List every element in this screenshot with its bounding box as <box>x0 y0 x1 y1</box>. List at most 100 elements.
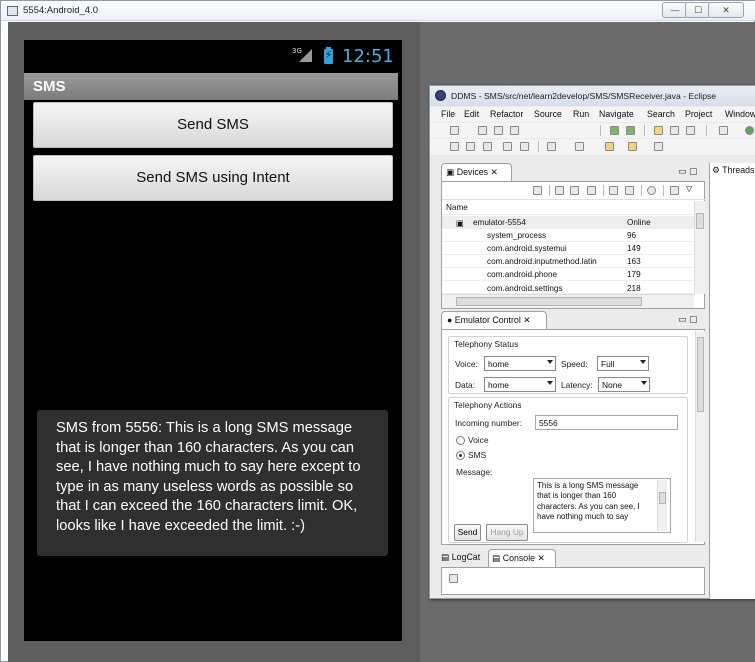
view-minmax-icon[interactable]: ▭ ▢ <box>678 314 698 325</box>
table-row[interactable]: ▣ emulator-5554 Online <box>442 216 694 229</box>
bottom-view-tabbar: ▤ LogCat ▤ Console ✕ <box>438 549 704 567</box>
latency-select[interactable]: None <box>598 377 650 392</box>
table-row[interactable]: system_process 96 <box>442 229 694 242</box>
tab-logcat-label: LogCat <box>451 552 481 562</box>
tab-devices-label: Devices <box>456 167 489 177</box>
send-button[interactable]: Send <box>454 524 481 541</box>
update-heap-icon[interactable] <box>555 186 564 195</box>
column-header-name: Name <box>446 203 468 212</box>
menu-file[interactable]: File <box>441 109 455 119</box>
back-icon[interactable] <box>628 142 637 151</box>
process-pid: 163 <box>627 257 641 266</box>
cause-gc-icon[interactable] <box>587 186 596 195</box>
close-button[interactable]: ✕ <box>708 2 744 18</box>
open-resource-icon[interactable] <box>686 126 695 135</box>
eclipse-title-bar[interactable]: DDMS - SMS/src/net/learn2develop/SMS/SMS… <box>430 86 755 106</box>
run-last-icon[interactable] <box>745 126 754 135</box>
hang-up-button[interactable]: Hang Up <box>486 524 528 541</box>
pin-icon[interactable] <box>450 142 459 151</box>
menu-window[interactable]: Window <box>725 109 755 119</box>
eclipse-title: DDMS - SMS/src/net/learn2develop/SMS/SMS… <box>451 91 717 101</box>
tab-threads[interactable]: ⚙ Threads <box>712 165 754 176</box>
sms-radio-label: SMS <box>468 450 487 460</box>
screen-capture-icon[interactable] <box>670 186 679 195</box>
devices-horizontal-scrollbar[interactable] <box>442 294 694 308</box>
title-bar[interactable]: 5554:Android_4.0 — ☐ ✕ <box>1 1 755 21</box>
forward-icon[interactable] <box>654 142 663 151</box>
tab-devices[interactable]: ▣ Devices ✕ <box>441 163 512 181</box>
prev-annotation-icon[interactable] <box>575 142 584 151</box>
menu-refactor[interactable]: Refactor <box>490 109 523 119</box>
tab-console[interactable]: ▤ Console ✕ <box>488 549 556 567</box>
menu-search[interactable]: Search <box>647 109 675 119</box>
update-threads-icon[interactable] <box>609 186 618 195</box>
send-sms-intent-button[interactable]: Send SMS using Intent <box>33 155 393 201</box>
data-select[interactable]: home <box>484 377 556 392</box>
incoming-number-input[interactable]: 5556 <box>535 415 678 430</box>
last-edit-icon[interactable] <box>605 142 614 151</box>
voice-radio-label: Voice <box>468 435 489 445</box>
debug-process-icon[interactable] <box>533 186 542 195</box>
mark-icon[interactable] <box>483 142 492 151</box>
emulator-control-scrollbar[interactable] <box>695 331 705 542</box>
sms-toast: SMS from 5556: This is a long SMS messag… <box>37 410 388 556</box>
status-clock: 12:51 <box>342 46 394 67</box>
emulator-window: 5554:Android_4.0 — ☐ ✕ 3G ⚡ 12:51 SMS Se… <box>0 0 755 662</box>
voice-label: Voice: <box>455 359 478 369</box>
message-textarea[interactable]: This is a long SMS message that is longe… <box>533 478 671 533</box>
process-name: com.android.inputmethod.latin <box>487 257 597 266</box>
incoming-number-label: Incoming number: <box>455 418 523 428</box>
run-icon[interactable] <box>610 126 619 135</box>
latency-label: Latency: <box>561 380 593 390</box>
menu-source[interactable]: Source <box>534 109 562 119</box>
process-name: com.android.settings <box>487 284 563 293</box>
app-title: SMS <box>33 78 66 95</box>
method-profiling-icon[interactable] <box>625 186 634 195</box>
battery-charging-icon: ⚡ <box>324 47 333 64</box>
table-row[interactable]: com.android.inputmethod.latin 163 <box>442 255 694 268</box>
process-name: system_process <box>487 231 547 240</box>
speed-label: Speed: <box>561 359 588 369</box>
print-icon[interactable] <box>510 126 519 135</box>
table-row[interactable]: com.android.settings 218 <box>442 281 694 294</box>
view-minmax-icon[interactable]: ▭ ▢ <box>678 166 698 177</box>
menu-edit[interactable]: Edit <box>464 109 479 119</box>
process-pid: 218 <box>627 284 641 293</box>
menu-run[interactable]: Run <box>573 109 589 119</box>
edit-icon[interactable] <box>466 142 475 151</box>
menu-project[interactable]: Project <box>685 109 712 119</box>
process-name: com.android.phone <box>487 270 558 279</box>
debug-icon[interactable] <box>719 126 728 135</box>
view-menu-icon[interactable]: ▽ <box>686 184 692 193</box>
message-scrollbar[interactable] <box>657 480 667 531</box>
tab-logcat[interactable]: ▤ LogCat <box>438 549 480 567</box>
menu-navigate[interactable]: Navigate <box>599 109 634 119</box>
eclipse-menu-bar: File Edit Refactor Source Run Navigate S… <box>430 107 755 122</box>
table-row[interactable]: com.android.systemui 149 <box>442 242 694 255</box>
telephony-status-title: Telephony Status <box>454 339 519 349</box>
sms-radio[interactable] <box>456 451 465 460</box>
emulator-control-panel: Telephony Status Voice: home Speed: Full… <box>441 329 705 545</box>
devices-vertical-scrollbar[interactable] <box>694 201 705 294</box>
save-icon[interactable] <box>478 126 487 135</box>
phone-screen[interactable]: 3G ⚡ 12:51 SMS Send SMS Send SMS using I… <box>24 40 402 641</box>
open-folder-icon[interactable] <box>654 126 663 135</box>
console-open-icon[interactable] <box>449 574 458 583</box>
send-sms-button[interactable]: Send SMS <box>33 102 393 148</box>
dump-hprof-icon[interactable] <box>570 186 579 195</box>
secondary-toolbar <box>430 139 755 155</box>
stop-process-icon[interactable] <box>647 186 656 195</box>
voice-select[interactable]: home <box>484 356 556 371</box>
format-icon[interactable] <box>503 142 512 151</box>
android-sdk-icon[interactable] <box>626 126 635 135</box>
comment-icon[interactable] <box>520 142 529 151</box>
voice-radio[interactable] <box>456 436 465 445</box>
table-row[interactable]: com.android.phone 179 <box>442 268 694 281</box>
devices-toolbar: ▽ <box>442 182 706 200</box>
new-icon[interactable] <box>450 126 459 135</box>
speed-select[interactable]: Full <box>597 356 649 371</box>
tab-emulator-control[interactable]: ● Emulator Control ✕ <box>441 311 547 329</box>
open-type-icon[interactable] <box>670 126 679 135</box>
next-annotation-icon[interactable] <box>547 142 556 151</box>
save-all-icon[interactable] <box>494 126 503 135</box>
